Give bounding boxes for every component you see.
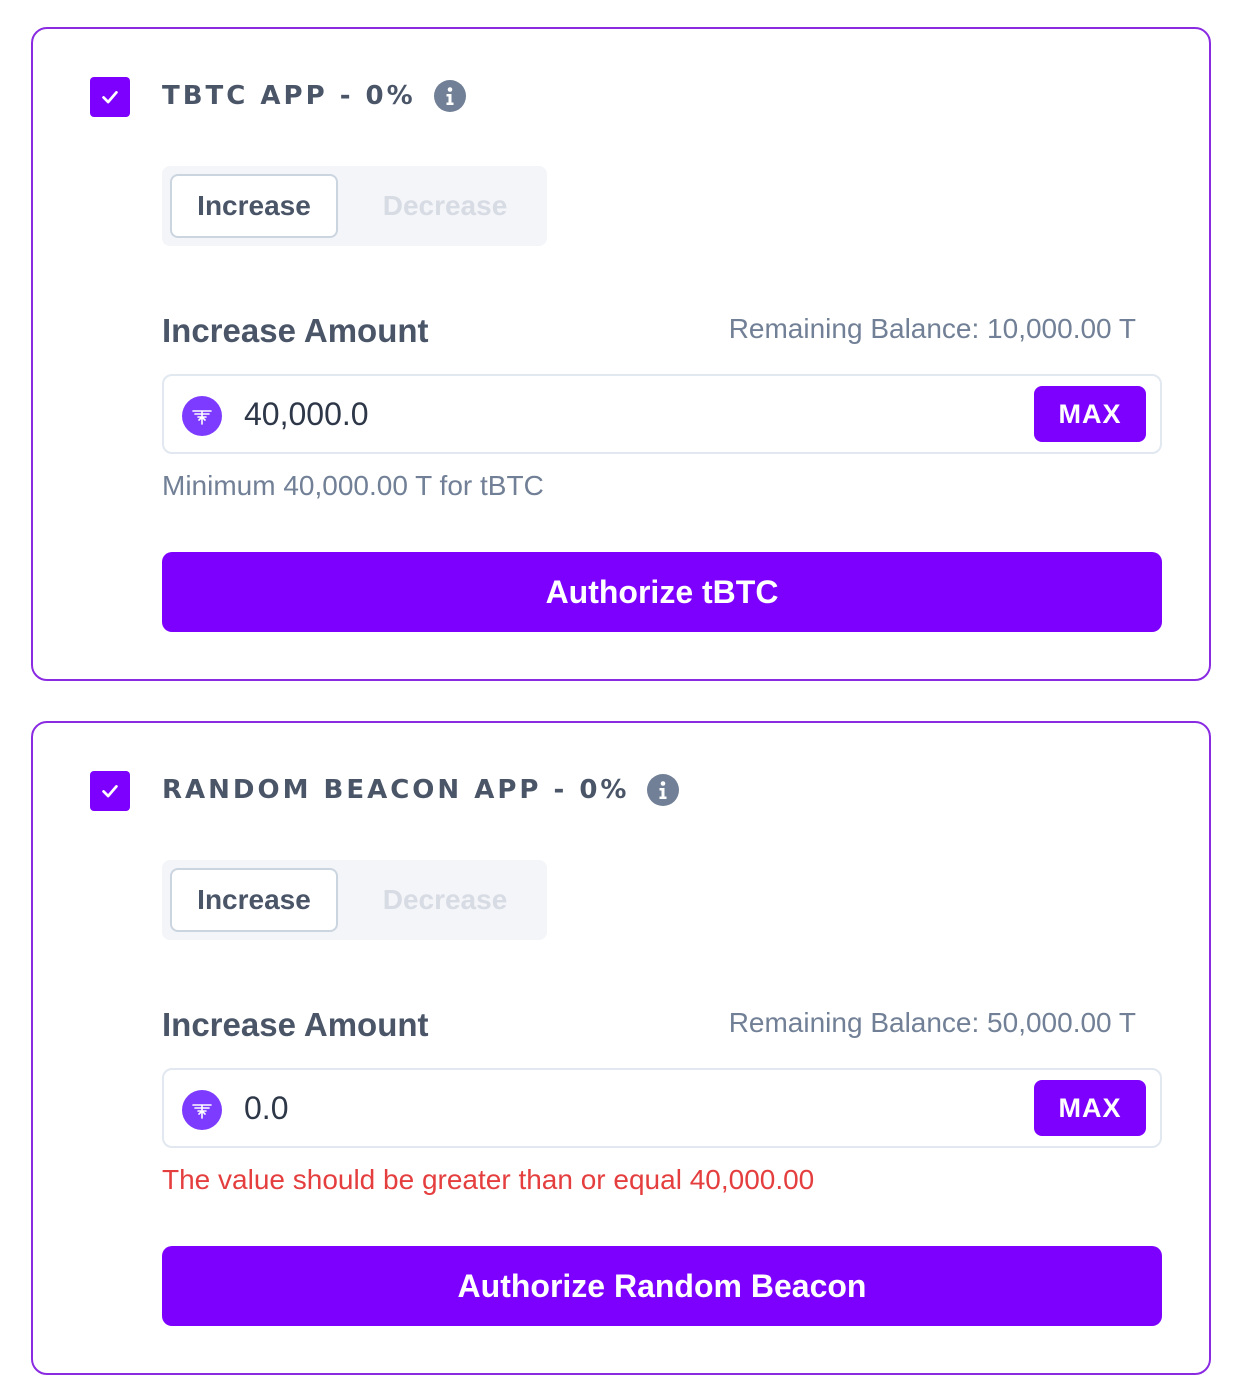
- checkmark-icon: [102, 91, 118, 104]
- tbtc-remaining-balance: Remaining Balance: 10,000.00 T: [728, 313, 1136, 344]
- tbtc-amount-label: Increase Amount: [162, 312, 429, 349]
- info-icon[interactable]: [433, 80, 466, 112]
- random-beacon-app-title-row: RANDOM BEACON APP - 0%: [162, 770, 680, 810]
- tbtc-amount-input[interactable]: [244, 384, 1024, 444]
- random-beacon-error-message: The value should be greater than or equa…: [162, 1164, 815, 1195]
- threshold-token-icon: [182, 396, 222, 436]
- tbtc-app-checkbox[interactable]: [90, 77, 130, 117]
- checkmark-icon: [102, 785, 118, 798]
- random-beacon-increase-tab[interactable]: Increase: [170, 868, 338, 932]
- tbtc-max-button[interactable]: MAX: [1034, 386, 1146, 442]
- random-beacon-amount-label: Increase Amount: [162, 1006, 429, 1043]
- random-beacon-app-checkbox[interactable]: [90, 771, 130, 811]
- random-beacon-remaining-balance: Remaining Balance: 50,000.00 T: [728, 1007, 1136, 1038]
- tbtc-decrease-tab[interactable]: Decrease: [350, 174, 540, 238]
- threshold-token-icon: [182, 1090, 222, 1130]
- tbtc-minimum-helper-text: Minimum 40,000.00 T for tBTC: [162, 470, 544, 501]
- random-beacon-amount-input[interactable]: [244, 1078, 1024, 1138]
- tbtc-increase-tab[interactable]: Increase: [170, 174, 338, 238]
- random-beacon-app-title: RANDOM BEACON APP - 0%: [162, 775, 630, 805]
- random-beacon-decrease-tab[interactable]: Decrease: [350, 868, 540, 932]
- tbtc-amount-field: MAX: [162, 374, 1162, 454]
- tbtc-app-title-row: TBTC APP - 0%: [162, 76, 466, 116]
- authorize-random-beacon-button[interactable]: Authorize Random Beacon: [162, 1246, 1162, 1326]
- random-beacon-app-card: RANDOM BEACON APP - 0% Increase Decrease…: [31, 721, 1211, 1375]
- authorize-tbtc-button[interactable]: Authorize tBTC: [162, 552, 1162, 632]
- tbtc-app-card: TBTC APP - 0% Increase Decrease Increase…: [31, 27, 1211, 681]
- info-icon[interactable]: [647, 774, 680, 806]
- tbtc-increase-decrease-toggle: Increase Decrease: [162, 166, 547, 246]
- random-beacon-max-button[interactable]: MAX: [1034, 1080, 1146, 1136]
- tbtc-app-title: TBTC APP - 0%: [162, 81, 416, 111]
- random-beacon-amount-field: MAX: [162, 1068, 1162, 1148]
- random-beacon-increase-decrease-toggle: Increase Decrease: [162, 860, 547, 940]
